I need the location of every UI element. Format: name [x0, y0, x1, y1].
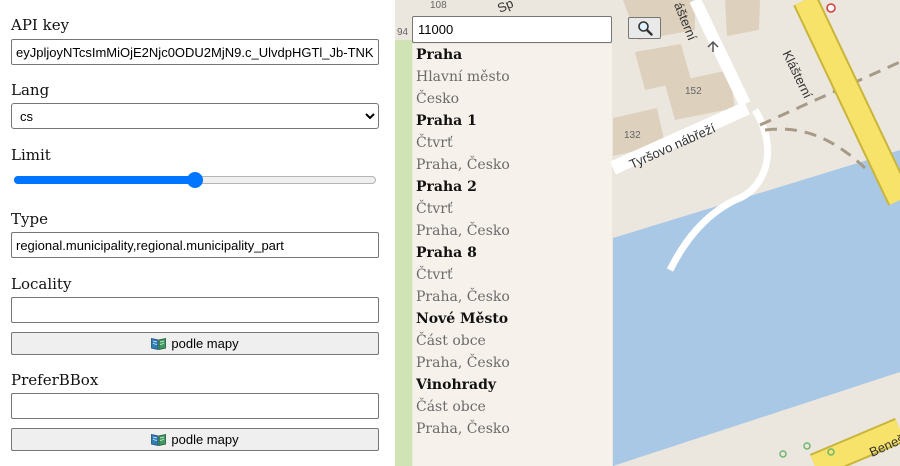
suggestion-item[interactable]: Vinohrady Část obce Praha, Česko — [412, 374, 612, 440]
suggestion-item[interactable]: Nové Město Část obce Praha, Česko — [412, 308, 612, 374]
suggestion-list: Praha Hlavní město Česko Praha 1 Čtvrť Praha,… — [412, 44, 612, 466]
prefer-bbox-label: PreferBBox — [11, 371, 99, 389]
lang-label: Lang — [11, 81, 50, 99]
prefer-bbox-from-map-button[interactable]: podle mapy — [11, 428, 379, 451]
suggestion-detail: Praha, Česko — [416, 289, 510, 305]
settings-form: API key Lang cs Limit Type Locality podl… — [0, 0, 395, 466]
suggestion-detail: Čtvrť — [416, 201, 453, 217]
building-number: 132 — [624, 130, 641, 141]
suggestion-detail: Praha, Česko — [416, 355, 510, 371]
suggestion-name: Praha 2 — [416, 179, 477, 195]
map-poi-marker[interactable] — [826, 3, 836, 13]
map-park — [395, 40, 413, 466]
suggestion-detail: Část obce — [416, 399, 486, 415]
suggestion-detail: Praha, Česko — [416, 157, 510, 173]
suggestion-detail: Čtvrť — [416, 135, 453, 151]
type-label: Type — [11, 210, 48, 228]
suggestion-name: Vinohrady — [416, 377, 497, 393]
locality-from-map-button[interactable]: podle mapy — [11, 332, 379, 355]
locality-from-map-label: podle mapy — [171, 336, 239, 351]
suggestion-detail: Část obce — [416, 333, 486, 349]
map-building — [725, 0, 760, 36]
building-number: 152 — [685, 86, 702, 97]
suggestion-detail: Česko — [416, 91, 460, 107]
suggestion-item[interactable]: Praha 2 Čtvrť Praha, Česko — [412, 176, 612, 242]
map-book-icon — [151, 433, 167, 446]
prefer-bbox-input[interactable] — [11, 393, 379, 419]
suggestion-name: Praha 1 — [416, 113, 477, 129]
suggestion-name: Praha — [416, 47, 463, 63]
suggestion-item[interactable]: Praha 1 Čtvrť Praha, Česko — [412, 110, 612, 176]
suggestion-item[interactable]: Praha Hlavní město Česko — [412, 44, 612, 110]
type-input[interactable] — [11, 232, 379, 258]
api-key-input[interactable] — [11, 39, 379, 65]
building-number: 94 — [397, 27, 409, 38]
suggestion-item[interactable]: Praha 8 Čtvrť Praha, Česko — [412, 242, 612, 308]
suggestion-detail: Praha, Česko — [416, 223, 510, 239]
lang-select[interactable]: cs — [11, 103, 379, 129]
building-number: 108 — [430, 0, 447, 11]
locality-label: Locality — [11, 275, 72, 293]
suggestion-detail: Čtvrť — [416, 267, 453, 283]
suggestion-detail: Praha, Česko — [416, 421, 510, 437]
suggestion-detail: Hlavní město — [416, 69, 510, 85]
suggestion-name: Praha 8 — [416, 245, 477, 261]
magnifier-icon — [637, 21, 653, 36]
search-input[interactable] — [412, 16, 612, 43]
map-book-icon — [151, 337, 167, 350]
api-key-label: API key — [11, 16, 70, 34]
suggestion-name: Nové Město — [416, 311, 509, 327]
prefer-bbox-from-map-label: podle mapy — [171, 432, 239, 447]
limit-slider-fill — [14, 176, 195, 184]
search-button[interactable] — [628, 17, 661, 39]
limit-label: Limit — [11, 146, 51, 164]
locality-input[interactable] — [11, 297, 379, 323]
limit-slider-thumb[interactable] — [187, 172, 203, 188]
